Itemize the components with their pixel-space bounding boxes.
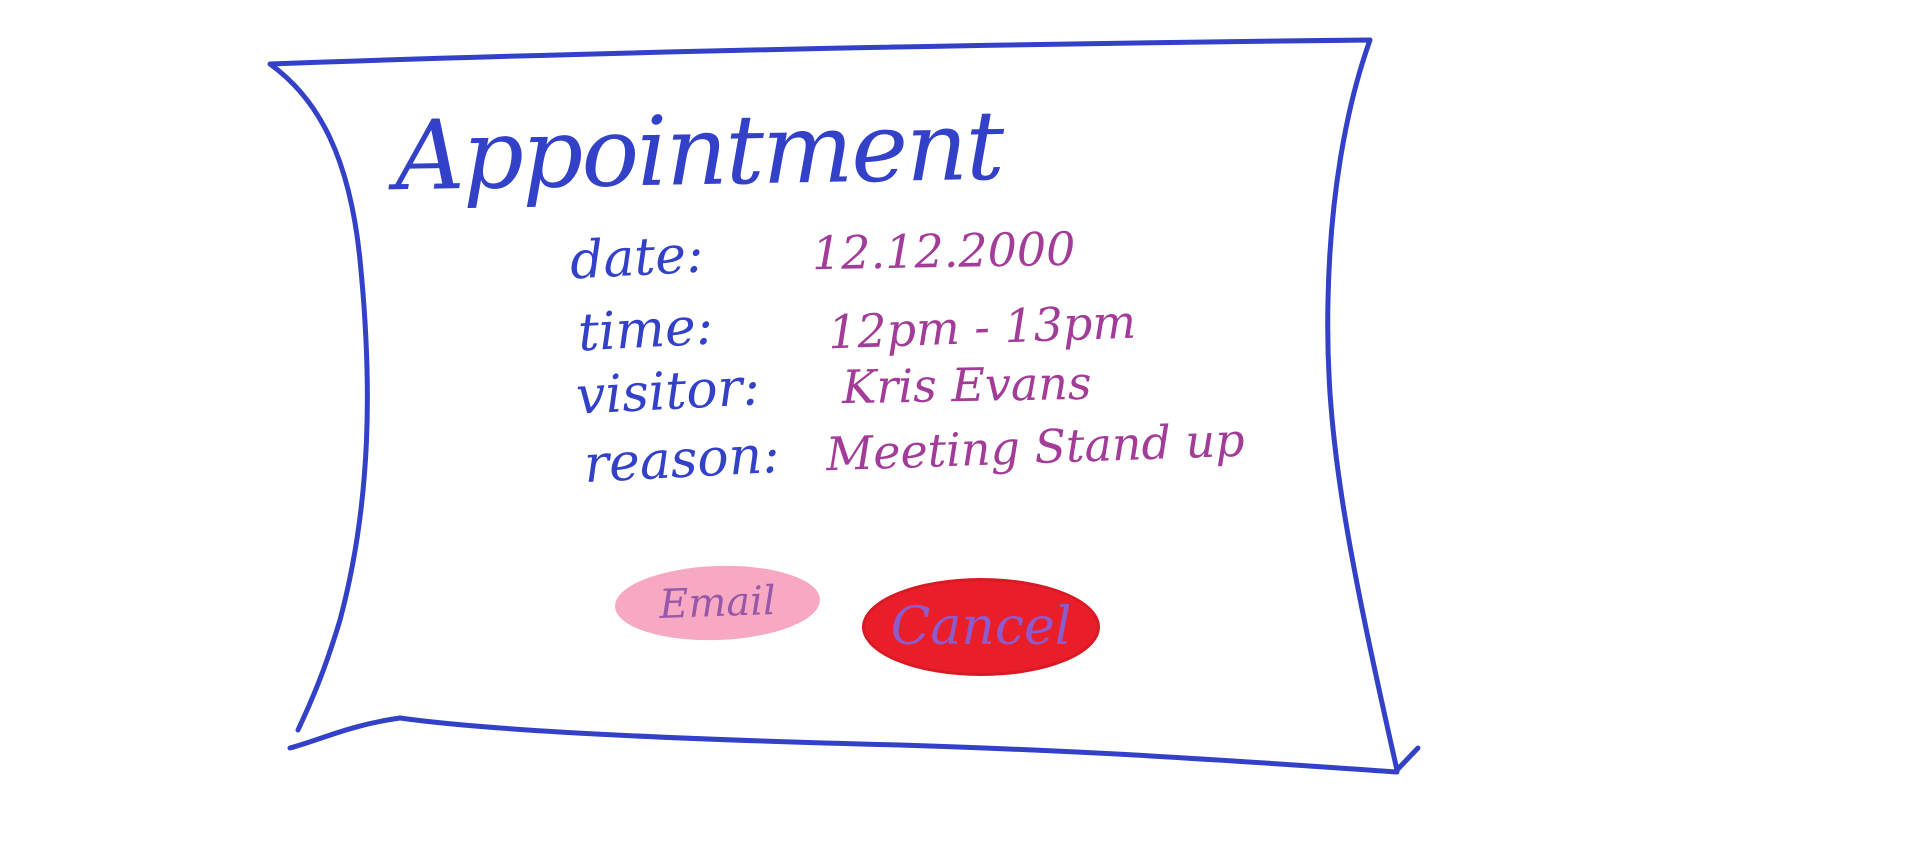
time-label: time: xyxy=(576,296,715,364)
cancel-button-label: Cancel xyxy=(890,597,1072,657)
page-title: Appointment xyxy=(394,89,1004,213)
time-value: 12pm - 13pm xyxy=(827,294,1137,360)
visitor-value: Kris Evans xyxy=(841,355,1092,415)
date-value: 12.12.2000 xyxy=(811,221,1076,281)
reason-label: reason: xyxy=(582,424,782,496)
cancel-button[interactable]: Cancel xyxy=(862,578,1100,676)
visitor-label: visitor: xyxy=(574,357,762,427)
date-label: date: xyxy=(568,224,705,292)
email-button-label: Email xyxy=(658,577,777,629)
